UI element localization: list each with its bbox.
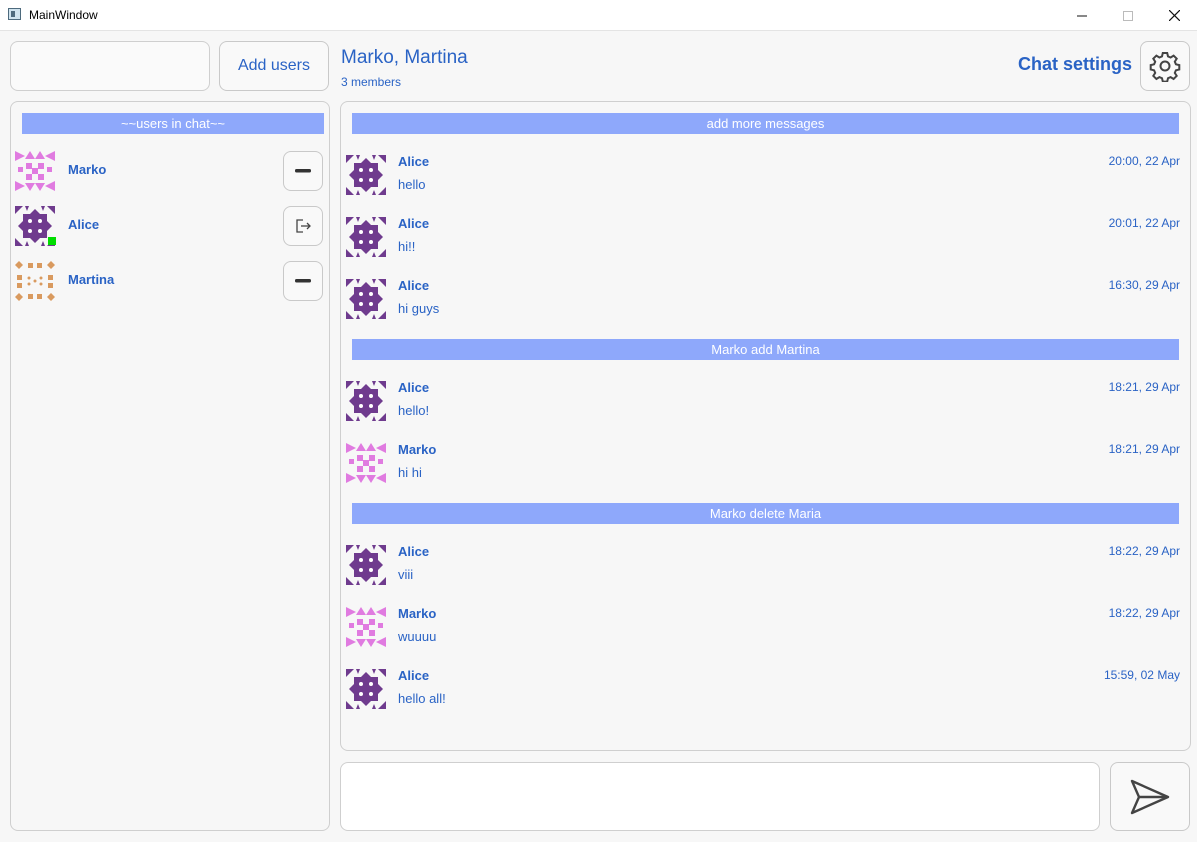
pink-identicon — [346, 607, 386, 647]
message-author: Alice — [398, 154, 430, 169]
maximize-button[interactable] — [1105, 0, 1151, 31]
message-text: hi hi — [398, 465, 422, 480]
message-text: hello all! — [398, 691, 446, 706]
message-time: 15:59, 02 May — [1103, 668, 1180, 682]
send-icon — [1130, 779, 1170, 814]
message-item: Alice hello all! 15:59, 02 May — [346, 665, 1181, 715]
message-text: hello! — [398, 403, 430, 418]
message-item: Marko wuuuu 18:22, 29 Apr — [346, 603, 1181, 653]
tan-identicon — [15, 261, 55, 301]
message-author: Alice — [398, 544, 430, 559]
leave-chat-button[interactable] — [283, 206, 323, 246]
message-time: 20:00, 22 Apr — [1108, 154, 1180, 168]
members-header: ~~users in chat~~ — [22, 113, 324, 134]
online-indicator — [48, 237, 56, 245]
message-time: 18:21, 29 Apr — [1108, 442, 1180, 456]
message-text: hello — [398, 177, 426, 192]
search-input[interactable] — [10, 41, 210, 91]
remove-icon — [295, 279, 311, 283]
message-author: Marko — [398, 442, 437, 457]
member-name: Alice — [68, 217, 100, 232]
leave-icon — [296, 219, 311, 233]
message-item: Alice hello 20:00, 22 Apr — [346, 151, 1181, 201]
purple-identicon — [346, 545, 386, 585]
remove-member-button[interactable] — [283, 151, 323, 191]
pink-identicon — [15, 151, 55, 191]
gear-icon — [1149, 52, 1181, 82]
title-bar: MainWindow — [0, 0, 1197, 31]
chat-settings-label[interactable]: Chat settings — [1018, 54, 1132, 75]
message-item: Alice viii 18:22, 29 Apr — [346, 541, 1181, 591]
purple-identicon — [346, 155, 386, 195]
message-author: Marko — [398, 606, 437, 621]
member-row-martina[interactable]: Martina — [15, 259, 325, 303]
message-time: 18:22, 29 Apr — [1108, 606, 1180, 620]
messages-panel: add more messages Alice hello 20:00, 22 … — [340, 101, 1191, 751]
message-input[interactable] — [340, 762, 1100, 831]
member-name: Martina — [68, 272, 115, 287]
message-time: 18:22, 29 Apr — [1108, 544, 1180, 558]
message-author: Alice — [398, 216, 430, 231]
purple-identicon — [346, 217, 386, 257]
chat-title: Marko, Martina — [341, 47, 468, 68]
message-author: Alice — [398, 380, 430, 395]
message-item: Alice hi guys 16:30, 29 Apr — [346, 275, 1181, 325]
message-author: Alice — [398, 278, 430, 293]
member-row-marko[interactable]: Marko — [15, 149, 325, 193]
message-text: wuuuu — [398, 629, 437, 644]
app-icon — [8, 8, 21, 20]
message-item: Alice hi!! 20:01, 22 Apr — [346, 213, 1181, 263]
close-button[interactable] — [1151, 0, 1197, 31]
add-users-button[interactable]: Add users — [219, 41, 329, 91]
purple-identicon — [346, 279, 386, 319]
members-count: 3 members — [341, 75, 402, 89]
send-button[interactable] — [1110, 762, 1190, 831]
purple-identicon — [346, 381, 386, 421]
load-more-messages-button[interactable]: add more messages — [352, 113, 1179, 134]
remove-member-button[interactable] — [283, 261, 323, 301]
window-title: MainWindow — [29, 8, 98, 22]
message-text: viii — [398, 567, 414, 582]
message-text: hi!! — [398, 239, 416, 254]
message-text: hi guys — [398, 301, 440, 316]
system-event-banner: Marko delete Maria — [352, 503, 1179, 524]
message-time: 20:01, 22 Apr — [1108, 216, 1180, 230]
message-time: 16:30, 29 Apr — [1108, 278, 1180, 292]
settings-button[interactable] — [1140, 41, 1190, 91]
minimize-icon — [1077, 15, 1087, 16]
system-event-banner: Marko add Martina — [352, 339, 1179, 360]
maximize-icon — [1123, 10, 1133, 21]
close-icon — [1168, 10, 1180, 21]
message-item: Alice hello! 18:21, 29 Apr — [346, 377, 1181, 427]
pink-identicon — [346, 443, 386, 483]
message-author: Alice — [398, 668, 430, 683]
purple-identicon — [346, 669, 386, 709]
message-time: 18:21, 29 Apr — [1108, 380, 1180, 394]
member-row-alice[interactable]: Alice — [15, 204, 325, 248]
minimize-button[interactable] — [1059, 0, 1105, 31]
message-item: Marko hi hi 18:21, 29 Apr — [346, 439, 1181, 489]
members-panel: ~~users in chat~~ Marko Alice Martina — [10, 101, 330, 831]
member-name: Marko — [68, 162, 107, 177]
remove-icon — [295, 169, 311, 173]
